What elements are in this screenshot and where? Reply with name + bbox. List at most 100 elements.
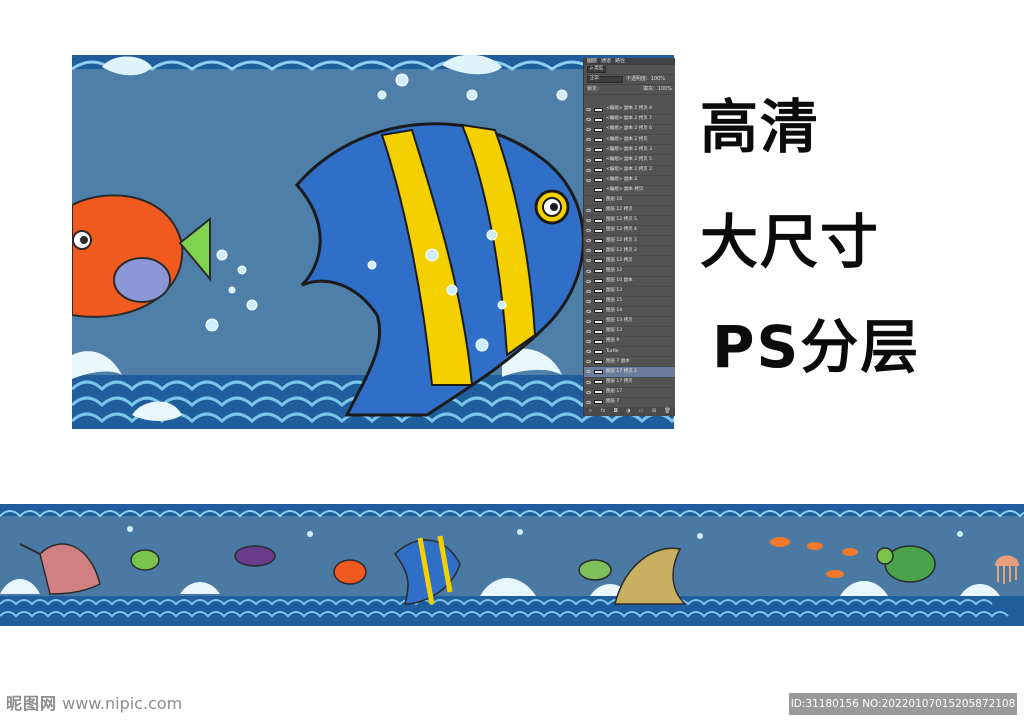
layer-row[interactable]: 图层 12 拷贝 4 (584, 226, 675, 237)
visibility-eye-icon[interactable] (586, 189, 591, 192)
visibility-eye-icon[interactable] (586, 229, 591, 233)
visibility-eye-icon[interactable] (586, 239, 591, 243)
layer-thumbnail (594, 208, 603, 213)
layer-row[interactable]: <编组> 副本 2 拷贝 2 (584, 166, 675, 176)
layer-name: <编组> 副本 2 拷贝 7 (606, 116, 652, 122)
layer-row[interactable]: <编组> 副本 拷贝 (584, 186, 675, 196)
layer-row[interactable]: <编组> 副本 2 拷贝 5 (584, 155, 675, 166)
visibility-eye-icon[interactable] (586, 168, 591, 172)
layer-thumbnail (594, 400, 603, 405)
layer-row[interactable]: 图层 12 拷贝 3 (584, 236, 675, 247)
visibility-eye-icon[interactable] (586, 279, 591, 283)
layer-name: <编组> 副本 2 拷贝 5 (606, 156, 652, 162)
layer-thumbnail (594, 188, 603, 193)
layer-thumbnail (594, 390, 603, 395)
visibility-eye-icon[interactable] (586, 208, 591, 212)
visibility-eye-icon[interactable] (586, 138, 591, 142)
layer-thumbnail (594, 369, 603, 374)
visibility-eye-icon[interactable] (586, 400, 591, 404)
layer-row[interactable]: <编组> 副本 2 拷贝 4 (584, 105, 675, 116)
layer-name: 图层 12 拷贝 3 (606, 237, 637, 243)
layer-row[interactable]: <编组> 副本 2 拷贝 3 (584, 145, 675, 156)
layer-thumbnail (594, 279, 603, 284)
layer-row[interactable]: <编组> 副本 2 拷贝 (584, 135, 675, 146)
fx-icon[interactable]: fx (601, 409, 606, 414)
layer-thumbnail (594, 269, 603, 274)
visibility-eye-icon[interactable] (586, 390, 591, 394)
layer-thumbnail (594, 238, 603, 243)
trash-icon[interactable]: 🗑 (664, 409, 670, 414)
layer-row[interactable]: 图层 12 拷贝 (584, 256, 675, 267)
visibility-eye-icon[interactable] (586, 178, 591, 182)
tab-layers[interactable]: 图层 (587, 59, 597, 64)
layer-thumbnail (594, 299, 603, 304)
layer-row[interactable]: 图层 15 (584, 297, 675, 307)
visibility-eye-icon[interactable] (586, 360, 591, 364)
layer-row[interactable]: 图层 13 拷贝 (584, 317, 675, 328)
visibility-eye-icon[interactable] (586, 309, 591, 313)
folder-icon[interactable]: ▭ (639, 409, 644, 414)
layer-row[interactable]: 图层 14 (584, 307, 675, 317)
layer-row[interactable]: Turtle (584, 347, 675, 358)
layer-name: 图层 10 副本 (606, 277, 633, 283)
visibility-eye-icon[interactable] (586, 269, 591, 273)
layer-row[interactable]: 图层 12 拷贝 5 (584, 216, 675, 227)
layer-name: 图层 15 (606, 298, 623, 304)
layer-name: <编组> 副本 2 拷贝 3 (606, 146, 652, 152)
adjust-icon[interactable]: ◑ (626, 409, 630, 414)
layer-row[interactable]: 图层 9 (584, 337, 675, 348)
visibility-eye-icon[interactable] (586, 148, 591, 152)
visibility-eye-icon[interactable] (586, 330, 591, 334)
layer-row[interactable]: <编组> 副本 2 拷贝 6 (584, 125, 675, 136)
layer-row[interactable]: 图层 17 (584, 388, 675, 398)
ps-layers-panel: 图层 通道 路径 ρ 类型 正常 不透明度: 100% 锁定: 填充: 100%… (583, 58, 675, 416)
link-icon[interactable]: ∞ (588, 409, 592, 414)
layer-thumbnail (594, 258, 603, 263)
visibility-eye-icon[interactable] (586, 128, 591, 132)
opacity-value[interactable]: 100% (651, 77, 665, 82)
panorama-scene (0, 504, 1024, 626)
visibility-eye-icon[interactable] (586, 380, 591, 384)
visibility-eye-icon[interactable] (586, 340, 591, 344)
layer-row[interactable]: 图层 13 (584, 287, 675, 297)
tab-paths[interactable]: 路径 (615, 59, 625, 64)
layer-name: 图层 16 (606, 197, 623, 203)
layer-row[interactable]: 图层 10 副本 (584, 277, 675, 287)
layer-row[interactable]: <编组> 副本 2 (584, 176, 675, 186)
visibility-eye-icon[interactable] (586, 108, 591, 112)
headline-hd: 高清 (700, 93, 821, 161)
new-layer-icon[interactable]: ⊞ (652, 409, 656, 414)
layer-row[interactable]: 图层 12 拷贝 2 (584, 246, 675, 257)
blend-mode-select[interactable]: 正常 (587, 76, 623, 83)
layer-row[interactable]: 图层 12 拷贝 (584, 206, 675, 217)
panorama-strip (0, 504, 1024, 626)
visibility-eye-icon[interactable] (586, 299, 591, 303)
fill-value[interactable]: 100% (658, 87, 672, 92)
layer-row[interactable]: 图层 17 拷贝 (584, 378, 675, 388)
green-fish (130, 549, 160, 571)
layer-thumbnail (594, 127, 603, 132)
visibility-eye-icon[interactable] (586, 259, 591, 263)
layer-row[interactable]: <编组> 副本 2 拷贝 7 (584, 115, 675, 126)
layer-row[interactable]: 图层 16 (584, 196, 675, 206)
ps-blend-row: 正常 不透明度: 100% (584, 75, 675, 85)
layer-name: Turtle (606, 348, 619, 354)
visibility-eye-icon[interactable] (586, 370, 591, 374)
visibility-eye-icon[interactable] (586, 320, 591, 324)
layer-filter-select[interactable]: ρ 类型 (587, 66, 607, 73)
layer-row[interactable]: 图层 17 拷贝 2 (584, 367, 675, 378)
visibility-eye-icon[interactable] (586, 219, 591, 223)
tab-channels[interactable]: 通道 (601, 59, 611, 64)
layer-row[interactable]: 图层 13 (584, 327, 675, 338)
visibility-eye-icon[interactable] (586, 249, 591, 253)
layer-row[interactable]: 图层 7 副本 (584, 357, 675, 368)
visibility-eye-icon[interactable] (586, 118, 591, 122)
mask-icon[interactable]: ◘ (614, 409, 618, 414)
layer-row[interactable]: 图层 12 (584, 267, 675, 277)
visibility-eye-icon[interactable] (586, 158, 591, 162)
visibility-eye-icon[interactable] (586, 350, 591, 354)
layer-thumbnail (594, 329, 603, 334)
visibility-eye-icon[interactable] (586, 289, 591, 293)
visibility-eye-icon[interactable] (586, 199, 591, 202)
layer-thumbnail (594, 228, 603, 233)
